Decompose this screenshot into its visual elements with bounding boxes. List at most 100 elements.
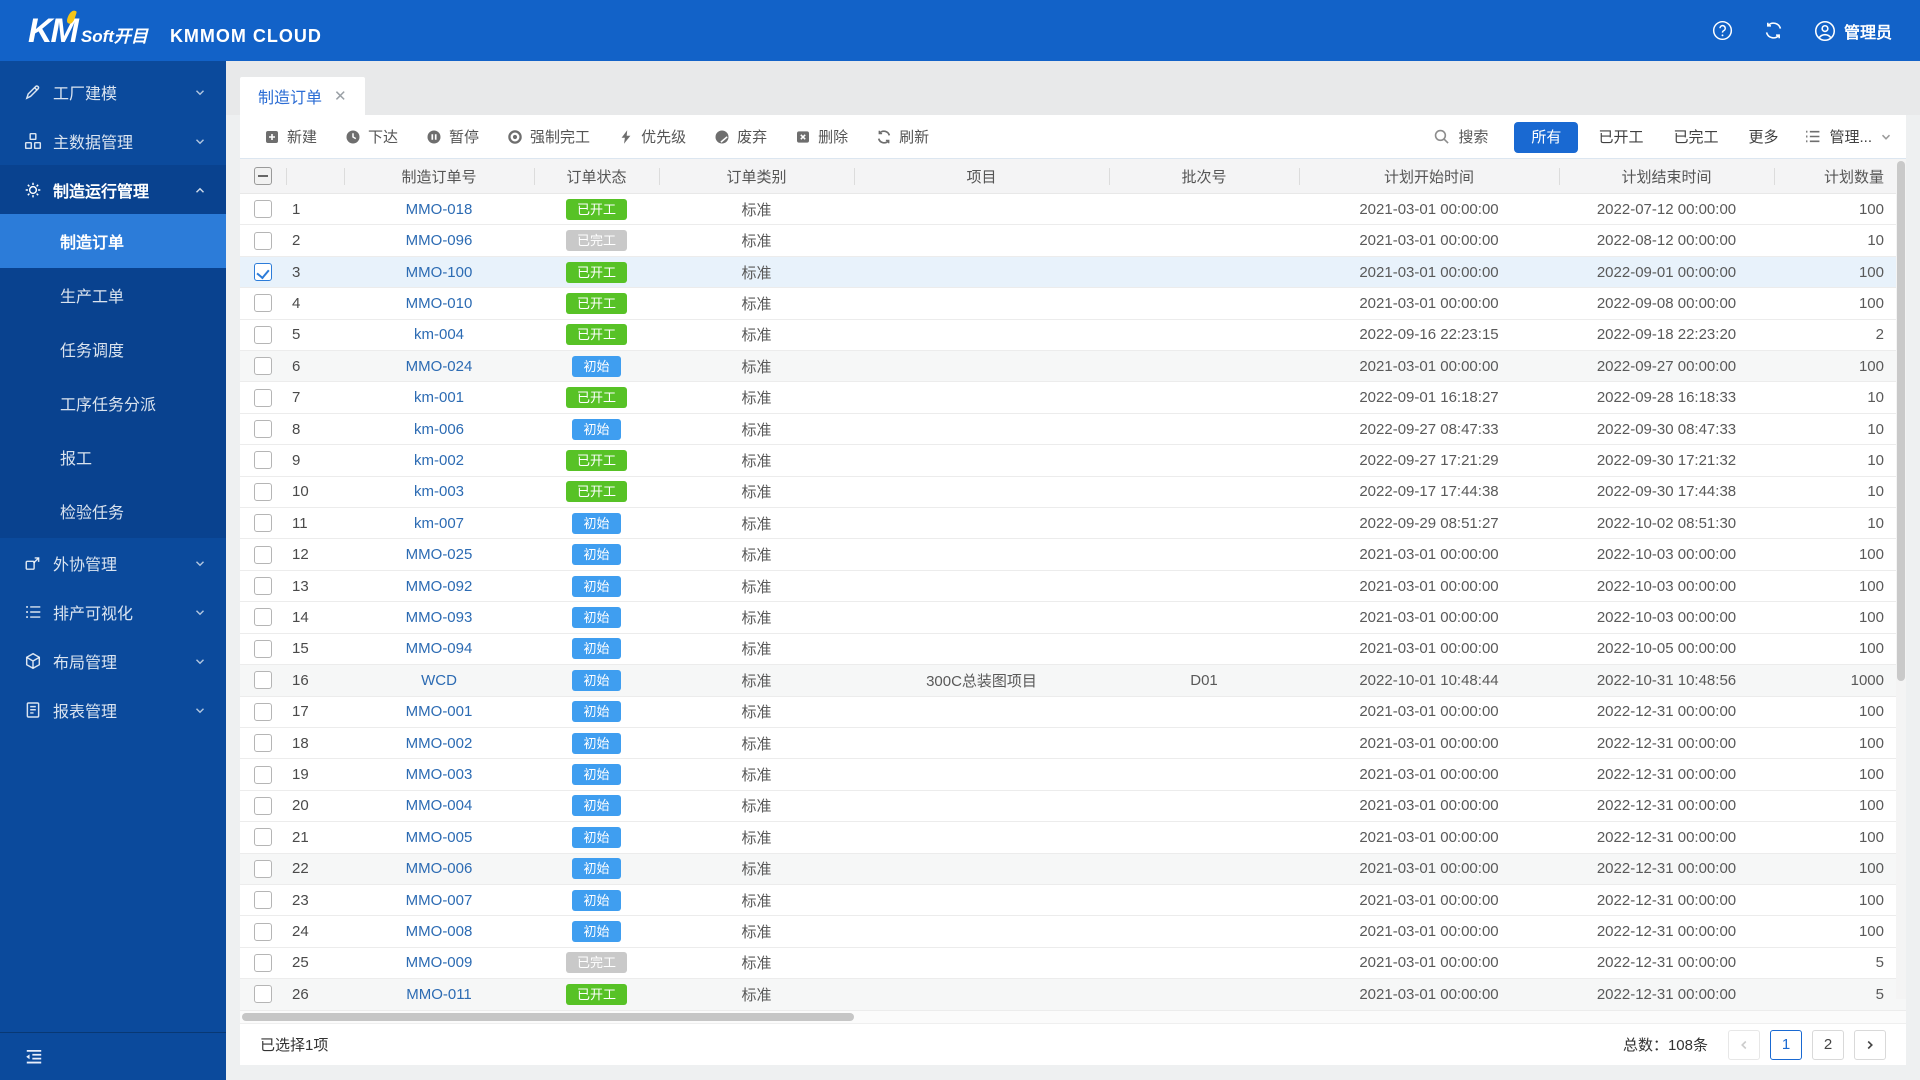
page-button-1[interactable]: 1 (1770, 1030, 1802, 1060)
collapse-sidebar-icon[interactable] (24, 1048, 44, 1066)
row-checkbox[interactable] (254, 734, 272, 752)
order-number-link[interactable]: km-004 (414, 326, 464, 343)
filter-button-0[interactable]: 所有 (1514, 122, 1578, 153)
row-checkbox[interactable] (254, 263, 272, 281)
row-checkbox[interactable] (254, 546, 272, 564)
table-row[interactable]: 2MMO-096已完工标准2021-03-01 00:00:002022-08-… (240, 225, 1906, 256)
sidebar-subitem-4[interactable]: 报工 (0, 430, 226, 484)
order-number-link[interactable]: MMO-006 (406, 860, 473, 877)
table-row[interactable]: 11km-007初始标准2022-09-29 08:51:272022-10-0… (240, 508, 1906, 539)
order-number-link[interactable]: MMO-005 (406, 829, 473, 846)
toolbar-button-5[interactable]: 废弃 (704, 120, 777, 153)
order-number-link[interactable]: MMO-004 (406, 797, 473, 814)
column-header-8[interactable]: 计划结束时间 (1559, 159, 1774, 193)
vertical-scrollbar[interactable] (1896, 159, 1906, 999)
order-number-link[interactable]: MMO-094 (406, 640, 473, 657)
filter-button-1[interactable]: 已开工 (1588, 122, 1653, 153)
column-header-5[interactable]: 项目 (854, 159, 1109, 193)
page-button-2[interactable]: 2 (1812, 1030, 1844, 1060)
order-number-link[interactable]: km-002 (414, 452, 464, 469)
table-row[interactable]: 9km-002已开工标准2022-09-27 17:21:292022-09-3… (240, 445, 1906, 476)
column-header-1[interactable] (286, 159, 344, 193)
filter-button-2[interactable]: 已完工 (1663, 122, 1728, 153)
table-row[interactable]: 10km-003已开工标准2022-09-17 17:44:382022-09-… (240, 477, 1906, 508)
next-page-button[interactable] (1854, 1030, 1886, 1060)
sidebar-subitem-2[interactable]: 任务调度 (0, 322, 226, 376)
order-number-link[interactable]: MMO-024 (406, 358, 473, 375)
column-header-6[interactable]: 批次号 (1109, 159, 1299, 193)
order-number-link[interactable]: MMO-009 (406, 954, 473, 971)
sidebar-subitem-3[interactable]: 工序任务分派 (0, 376, 226, 430)
row-checkbox[interactable] (254, 923, 272, 941)
manage-columns-button[interactable]: 管理... (1804, 126, 1892, 147)
order-number-link[interactable]: MMO-093 (406, 609, 473, 626)
table-row[interactable]: 12MMO-025初始标准2021-03-01 00:00:002022-10-… (240, 539, 1906, 570)
sidebar-subitem-0[interactable]: 制造订单 (0, 214, 226, 268)
row-checkbox[interactable] (254, 232, 272, 250)
column-header-2[interactable]: 制造订单号 (344, 159, 534, 193)
sidebar-item-1[interactable]: 主数据管理 (0, 116, 226, 165)
table-row[interactable]: 15MMO-094初始标准2021-03-01 00:00:002022-10-… (240, 634, 1906, 665)
column-header-0[interactable] (240, 159, 286, 193)
order-number-link[interactable]: km-006 (414, 421, 464, 438)
table-row[interactable]: 21MMO-005初始标准2021-03-01 00:00:002022-12-… (240, 822, 1906, 853)
user-menu[interactable]: 管理员 (1814, 19, 1892, 43)
tab-manufacturing-orders[interactable]: 制造订单 ✕ (240, 77, 365, 115)
order-number-link[interactable]: MMO-001 (406, 703, 473, 720)
select-all-checkbox[interactable] (254, 167, 272, 185)
order-number-link[interactable]: MMO-092 (406, 578, 473, 595)
row-checkbox[interactable] (254, 985, 272, 1003)
table-row[interactable]: 26MMO-011已开工标准2021-03-01 00:00:002022-12… (240, 979, 1906, 1010)
vertical-scrollbar-thumb[interactable] (1897, 161, 1905, 681)
column-header-3[interactable]: 订单状态 (534, 159, 659, 193)
column-header-9[interactable]: 计划数量 (1774, 159, 1906, 193)
row-checkbox[interactable] (254, 514, 272, 532)
toolbar-button-1[interactable]: 下达 (335, 120, 408, 153)
row-checkbox[interactable] (254, 828, 272, 846)
table-row[interactable]: 22MMO-006初始标准2021-03-01 00:00:002022-12-… (240, 854, 1906, 885)
table-row[interactable]: 16WCD初始标准300C总装图项目D012022-10-01 10:48:44… (240, 665, 1906, 696)
order-number-link[interactable]: MMO-018 (406, 201, 473, 218)
table-row[interactable]: 18MMO-002初始标准2021-03-01 00:00:002022-12-… (240, 728, 1906, 759)
help-icon[interactable] (1712, 20, 1733, 41)
table-row[interactable]: 14MMO-093初始标准2021-03-01 00:00:002022-10-… (240, 602, 1906, 633)
table-row[interactable]: 23MMO-007初始标准2021-03-01 00:00:002022-12-… (240, 885, 1906, 916)
order-number-link[interactable]: km-001 (414, 389, 464, 406)
row-checkbox[interactable] (254, 766, 272, 784)
row-checkbox[interactable] (254, 797, 272, 815)
search-button[interactable]: 搜索 (1433, 126, 1488, 147)
order-number-link[interactable]: MMO-011 (406, 986, 472, 1003)
row-checkbox[interactable] (254, 671, 272, 689)
toolbar-button-6[interactable]: 删除 (785, 120, 858, 153)
table-row[interactable]: 13MMO-092初始标准2021-03-01 00:00:002022-10-… (240, 571, 1906, 602)
order-number-link[interactable]: MMO-002 (406, 735, 473, 752)
sidebar-item-2[interactable]: 制造运行管理 (0, 165, 226, 214)
table-row[interactable]: 1MMO-018已开工标准2021-03-01 00:00:002022-07-… (240, 194, 1906, 225)
filter-button-3[interactable]: 更多 (1738, 122, 1788, 153)
order-number-link[interactable]: MMO-096 (406, 232, 473, 249)
order-number-link[interactable]: MMO-007 (406, 892, 473, 909)
table-row[interactable]: 19MMO-003初始标准2021-03-01 00:00:002022-12-… (240, 759, 1906, 790)
order-number-link[interactable]: MMO-010 (406, 295, 473, 312)
sidebar-item-5[interactable]: 布局管理 (0, 636, 226, 685)
order-number-link[interactable]: km-007 (414, 515, 464, 532)
row-checkbox[interactable] (254, 640, 272, 658)
horizontal-scrollbar-thumb[interactable] (242, 1013, 854, 1021)
toolbar-button-7[interactable]: 刷新 (866, 120, 939, 153)
table-row[interactable]: 3MMO-100已开工标准2021-03-01 00:00:002022-09-… (240, 257, 1906, 288)
table-row[interactable]: 4MMO-010已开工标准2021-03-01 00:00:002022-09-… (240, 288, 1906, 319)
column-header-4[interactable]: 订单类别 (659, 159, 854, 193)
row-checkbox[interactable] (254, 483, 272, 501)
toolbar-button-2[interactable]: 暂停 (416, 120, 489, 153)
order-number-link[interactable]: WCD (421, 672, 457, 689)
sidebar-item-3[interactable]: 外协管理 (0, 538, 226, 587)
order-number-link[interactable]: MMO-025 (406, 546, 473, 563)
row-checkbox[interactable] (254, 954, 272, 972)
table-row[interactable]: 17MMO-001初始标准2021-03-01 00:00:002022-12-… (240, 697, 1906, 728)
prev-page-button[interactable] (1728, 1030, 1760, 1060)
close-tab-icon[interactable]: ✕ (334, 89, 347, 104)
row-checkbox[interactable] (254, 860, 272, 878)
order-number-link[interactable]: MMO-003 (406, 766, 473, 783)
order-number-link[interactable]: MMO-008 (406, 923, 473, 940)
column-header-7[interactable]: 计划开始时间 (1299, 159, 1559, 193)
